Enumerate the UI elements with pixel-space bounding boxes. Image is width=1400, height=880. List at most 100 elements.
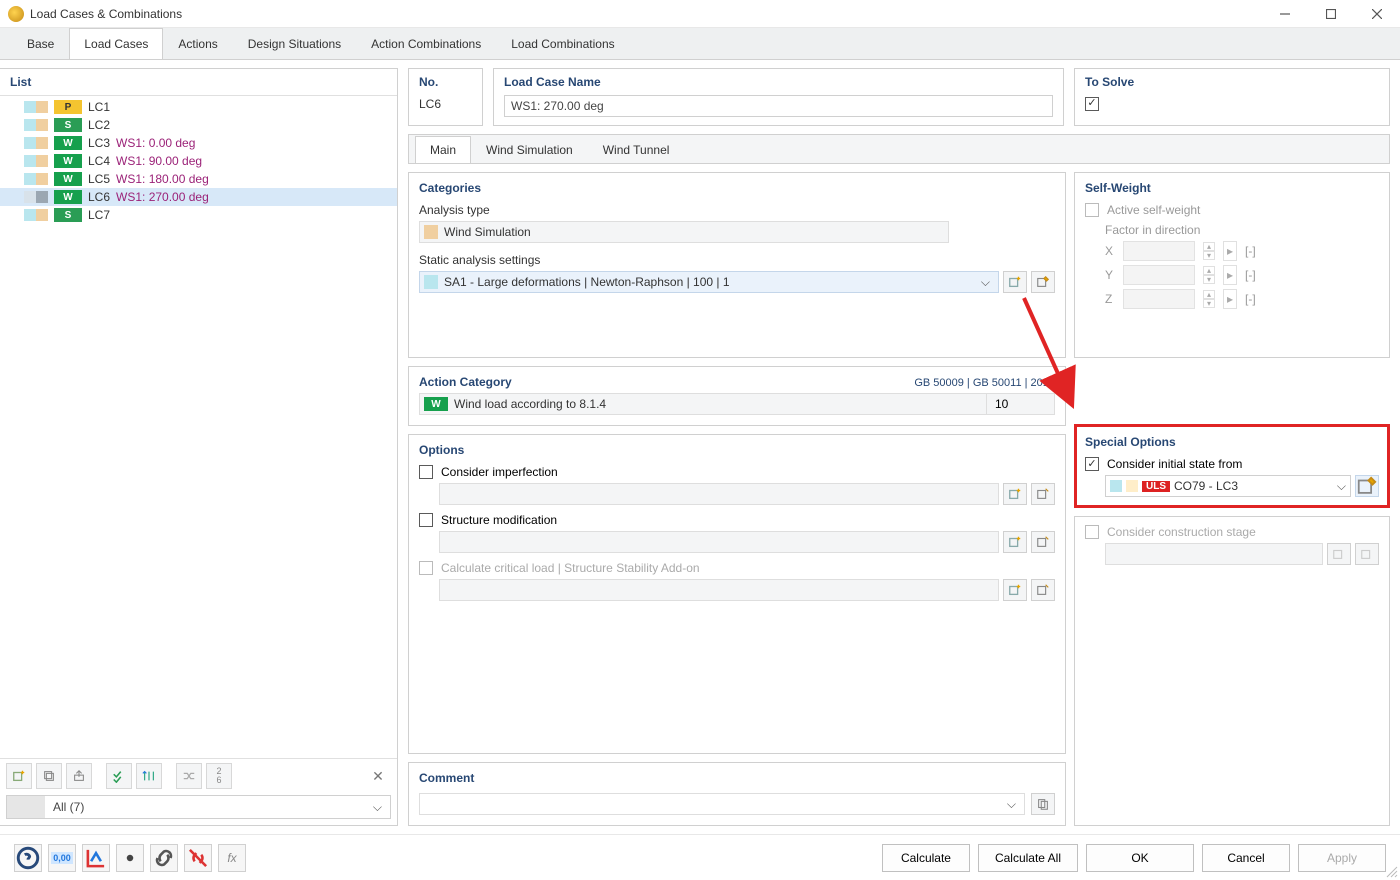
check-all-button[interactable] [106, 763, 132, 789]
minimize-button[interactable] [1262, 0, 1308, 28]
list-row-lc6[interactable]: WLC6WS1: 270.00 deg [0, 188, 397, 206]
cancel-button[interactable]: Cancel [1202, 844, 1290, 872]
list-row-lc4[interactable]: WLC4WS1: 90.00 deg [0, 152, 397, 170]
action-category-field[interactable]: WWind load according to 8.1.4 [419, 393, 987, 415]
app-icon [8, 6, 24, 22]
footer-bar: 0,00 fx Calculate Calculate All OK Cance… [0, 834, 1400, 880]
structure-mod-select[interactable] [439, 531, 999, 553]
comment-panel: Comment ⌵ [408, 762, 1066, 826]
list-row-lc2[interactable]: SLC2 [0, 116, 397, 134]
tab-design-situations[interactable]: Design Situations [233, 28, 356, 59]
load-case-name-input[interactable]: WS1: 270.00 deg [504, 95, 1053, 117]
list-row-lc3[interactable]: WLC3WS1: 0.00 deg [0, 134, 397, 152]
standard-ref: GB 50009 | GB 50011 | 2016 [914, 377, 1055, 389]
tab-wind-tunnel[interactable]: Wind Tunnel [588, 136, 685, 163]
imperfection-select[interactable] [439, 483, 999, 505]
critical-load-select [439, 579, 999, 601]
edit-structure-mod-button[interactable] [1031, 531, 1055, 553]
badge-p: P [54, 100, 82, 114]
tab-load-cases[interactable]: Load Cases [69, 28, 163, 59]
renumber-button[interactable]: 26 [206, 763, 232, 789]
tab-actions[interactable]: Actions [163, 28, 232, 59]
new-structure-mod-button[interactable] [1003, 531, 1027, 553]
tab-wind-simulation[interactable]: Wind Simulation [471, 136, 588, 163]
delete-button[interactable]: ✕ [365, 763, 391, 789]
consider-imperfection-checkbox[interactable] [419, 465, 433, 479]
analysis-type-field[interactable]: Wind Simulation [419, 221, 949, 243]
copy-button[interactable] [36, 763, 62, 789]
ok-button[interactable]: OK [1086, 844, 1194, 872]
self-weight-panel: Self-Weight Active self-weight Factor in… [1074, 172, 1390, 358]
chevron-down-icon: ⌵ [1337, 479, 1346, 494]
list-row-lc7[interactable]: SLC7 [0, 206, 397, 224]
help-button[interactable] [14, 844, 42, 872]
calculate-all-button[interactable]: Calculate All [978, 844, 1078, 872]
to-solve-checkbox[interactable] [1085, 97, 1099, 111]
window-title: Load Cases & Combinations [30, 7, 1262, 21]
no-box: No. LC6 [408, 68, 483, 126]
factor-z-input [1123, 289, 1195, 309]
edit-imperfection-button[interactable] [1031, 483, 1055, 505]
special-options-panel: Special Options Consider initial state f… [1074, 424, 1390, 508]
link-button[interactable] [150, 844, 178, 872]
options-panel: Options Consider imperfection Structure … [408, 434, 1066, 754]
sidebar: List PLC1 SLC2 WLC3WS1: 0.00 deg WLC4WS1… [0, 68, 398, 826]
new-imperfection-button[interactable] [1003, 483, 1027, 505]
edit-cs-button[interactable] [1355, 543, 1379, 565]
tab-load-combinations[interactable]: Load Combinations [496, 28, 629, 59]
maximize-button[interactable] [1308, 0, 1354, 28]
resize-grip[interactable] [1386, 866, 1398, 878]
list-header: List [0, 69, 397, 96]
sidebar-toolbar: 26 ✕ [0, 758, 397, 793]
unlink-button[interactable] [184, 844, 212, 872]
new-cs-button[interactable] [1327, 543, 1351, 565]
select-columns-button[interactable] [136, 763, 162, 789]
swatch-icon [1126, 480, 1138, 492]
calc-critical-checkbox [419, 561, 433, 575]
export-button[interactable] [66, 763, 92, 789]
structure-modification-checkbox[interactable] [419, 513, 433, 527]
edit-initial-state-button[interactable] [1355, 475, 1379, 497]
list-row-lc1[interactable]: PLC1 [0, 98, 397, 116]
construction-stage-checkbox [1085, 525, 1099, 539]
ax-button[interactable] [82, 844, 110, 872]
comment-copy-button[interactable] [1031, 793, 1055, 815]
list-row-lc5[interactable]: WLC5WS1: 180.00 deg [0, 170, 397, 188]
badge-s: S [54, 118, 82, 132]
filter-color-swatch [7, 796, 45, 818]
static-analysis-select[interactable]: SA1 - Large deformations | Newton-Raphso… [419, 271, 999, 293]
tab-base[interactable]: Base [12, 28, 69, 59]
dot-button[interactable] [116, 844, 144, 872]
action-category-num: 10 [987, 393, 1055, 415]
fx-button[interactable]: fx [218, 844, 246, 872]
title-bar: Load Cases & Combinations [0, 0, 1400, 28]
construction-stage-panel: Consider construction stage [1074, 516, 1390, 826]
calculate-button[interactable]: Calculate [882, 844, 970, 872]
tab-main[interactable]: Main [415, 136, 471, 163]
apply-button[interactable]: Apply [1298, 844, 1386, 872]
filter-select[interactable]: All (7) ⌵ [6, 795, 391, 819]
units-button[interactable]: 0,00 [48, 844, 76, 872]
factor-y-input [1123, 265, 1195, 285]
chevron-down-icon: ⌵ [1003, 797, 1020, 812]
categories-panel: Categories Analysis type Wind Simulation… [408, 172, 1066, 358]
initial-state-select[interactable]: ULS CO79 - LC3 ⌵ [1105, 475, 1351, 497]
new-critical-button[interactable] [1003, 579, 1027, 601]
chevron-down-icon: ⌵ [977, 275, 994, 290]
uls-badge: ULS [1142, 481, 1170, 492]
tab-action-combinations[interactable]: Action Combinations [356, 28, 496, 59]
shuffle-button[interactable] [176, 763, 202, 789]
comment-input[interactable]: ⌵ [419, 793, 1025, 815]
new-sas-button[interactable] [1003, 271, 1027, 293]
initial-state-checkbox[interactable] [1085, 457, 1099, 471]
no-value: LC6 [409, 95, 482, 119]
name-box: Load Case Name WS1: 270.00 deg [493, 68, 1064, 126]
inner-tabs: Main Wind Simulation Wind Tunnel [408, 134, 1390, 164]
edit-critical-button[interactable] [1031, 579, 1055, 601]
edit-sas-button[interactable] [1031, 271, 1055, 293]
main-tabs: Base Load Cases Actions Design Situation… [0, 28, 1400, 60]
close-button[interactable] [1354, 0, 1400, 28]
chevron-down-icon: ⌵ [365, 800, 390, 815]
new-item-button[interactable] [6, 763, 32, 789]
self-weight-checkbox [1085, 203, 1099, 217]
